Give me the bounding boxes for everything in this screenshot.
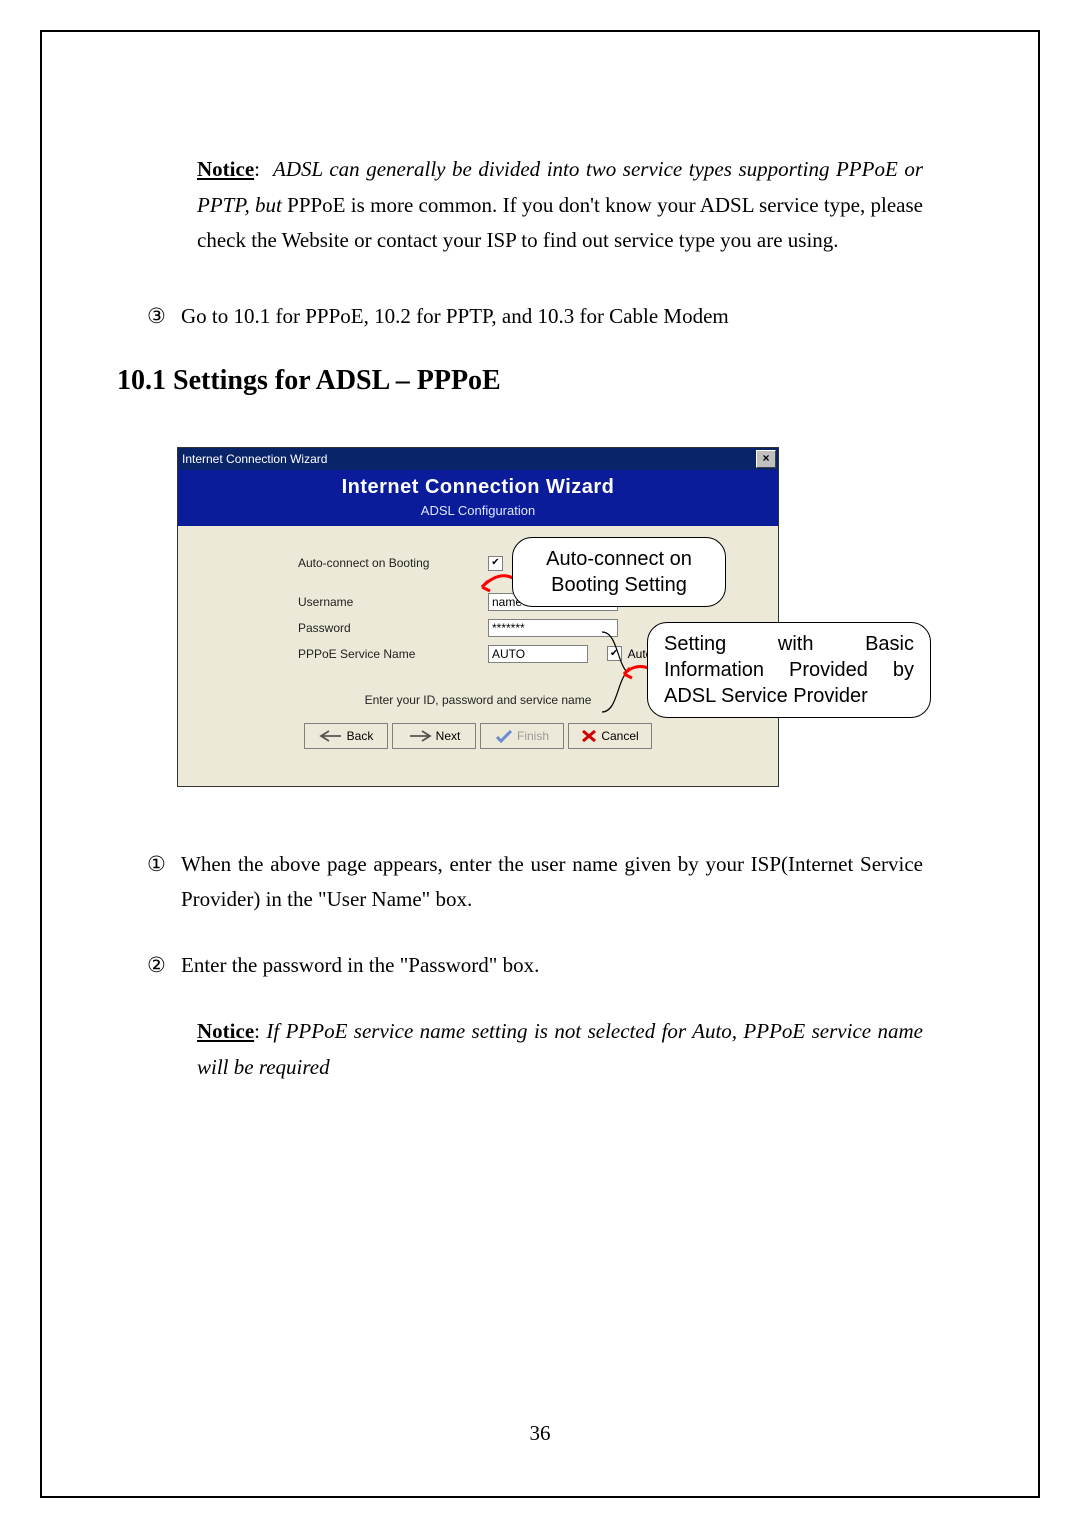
step-2: ② Enter the password in the "Password" b… xyxy=(147,948,923,984)
notice-top-label: Notice xyxy=(197,157,254,181)
notice-bottom: Notice: If PPPoE service name setting is… xyxy=(147,1014,923,1085)
notice-bottom-label: Notice xyxy=(197,1019,254,1043)
back-button[interactable]: Back xyxy=(304,723,388,749)
label-password: Password xyxy=(198,621,488,635)
back-button-label: Back xyxy=(347,729,374,743)
wizard-banner: Internet Connection Wizard ADSL Configur… xyxy=(178,470,778,526)
wizard-titlebar: Internet Connection Wizard × xyxy=(178,448,778,470)
finish-button-label: Finish xyxy=(517,729,549,743)
label-autoconnect: Auto-connect on Booting xyxy=(198,556,488,570)
cancel-button-label: Cancel xyxy=(601,729,638,743)
x-icon xyxy=(581,729,597,743)
wizard-buttonbar: Back Next Finish Cancel xyxy=(198,723,758,759)
page-number: 36 xyxy=(42,1421,1038,1446)
step-2-text: Enter the password in the "Password" box… xyxy=(181,948,923,984)
check-icon xyxy=(495,729,513,743)
callout-basicinfo: Setting with Basic Information Provided … xyxy=(647,622,931,718)
input-servicename[interactable] xyxy=(488,645,588,663)
arrow-right-icon xyxy=(408,729,432,743)
step-2-num: ② xyxy=(147,948,181,984)
wizard-banner-title: Internet Connection Wizard xyxy=(178,476,778,499)
next-button[interactable]: Next xyxy=(392,723,476,749)
wizard-banner-sub: ADSL Configuration xyxy=(178,503,778,518)
step-3: ③ Go to 10.1 for PPPoE, 10.2 for PPTP, a… xyxy=(147,299,923,335)
step-3-text: Go to 10.1 for PPPoE, 10.2 for PPTP, and… xyxy=(181,299,923,335)
notice-top: Notice: ADSL can generally be divided in… xyxy=(147,152,923,259)
step-1: ① When the above page appears, enter the… xyxy=(147,847,923,918)
arrow-left-icon xyxy=(319,729,343,743)
label-username: Username xyxy=(198,595,488,609)
notice-top-rest: PPPoE is more common. If you don't know … xyxy=(197,193,923,253)
wizard-title: Internet Connection Wizard xyxy=(182,452,756,466)
callout-autoconnect: Auto-connect on Booting Setting xyxy=(512,537,726,607)
section-heading: 10.1 Settings for ADSL – PPPoE xyxy=(117,365,923,397)
label-servicename: PPPoE Service Name xyxy=(198,647,488,661)
cancel-button[interactable]: Cancel xyxy=(568,723,652,749)
close-icon[interactable]: × xyxy=(756,450,776,468)
step-1-text: When the above page appears, enter the u… xyxy=(181,847,923,918)
notice-bottom-italic: If PPPoE service name setting is not sel… xyxy=(197,1019,923,1079)
step-3-num: ③ xyxy=(147,299,181,335)
finish-button[interactable]: Finish xyxy=(480,723,564,749)
next-button-label: Next xyxy=(436,729,461,743)
step-1-num: ① xyxy=(147,847,181,883)
